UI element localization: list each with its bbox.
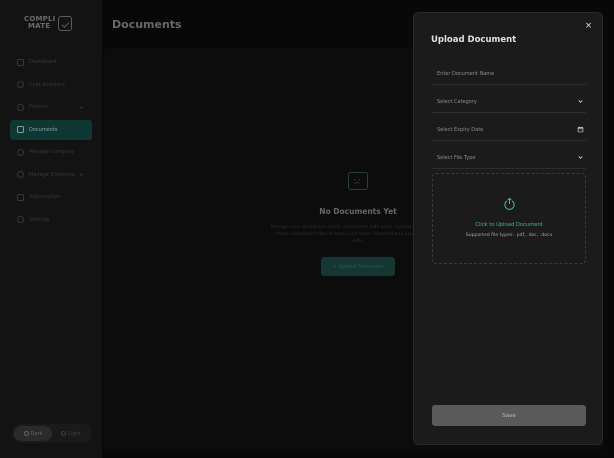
- category-select-label: Select Category: [437, 98, 477, 105]
- app-window: COMPLI MATE Dashboard Chat Assistant Pro…: [0, 0, 614, 458]
- modal-title: Upload Document: [431, 35, 517, 45]
- document-name-input[interactable]: [432, 70, 586, 77]
- upload-dropzone[interactable]: Click to Upload Document Supported file …: [432, 173, 586, 264]
- upload-icon: [503, 195, 516, 210]
- expiry-date-picker[interactable]: Select Expiry Date: [432, 119, 586, 141]
- file-type-select[interactable]: Select File Type: [432, 147, 586, 169]
- upload-link[interactable]: Click to Upload Document: [433, 222, 585, 228]
- chevron-down-icon: [576, 98, 584, 106]
- chevron-down-icon: [576, 154, 584, 162]
- close-icon[interactable]: ×: [584, 22, 593, 31]
- document-name-field: [432, 63, 586, 85]
- save-button[interactable]: Save: [432, 405, 586, 426]
- expiry-date-label: Select Expiry Date: [437, 126, 484, 133]
- calendar-icon: [576, 126, 584, 134]
- upload-hint: Supported file types: .pdf, .doc, .docx: [465, 233, 553, 238]
- upload-document-modal: Upload Document × Select Category Select…: [413, 12, 603, 445]
- file-type-label: Select File Type: [437, 154, 476, 161]
- category-select[interactable]: Select Category: [432, 91, 586, 113]
